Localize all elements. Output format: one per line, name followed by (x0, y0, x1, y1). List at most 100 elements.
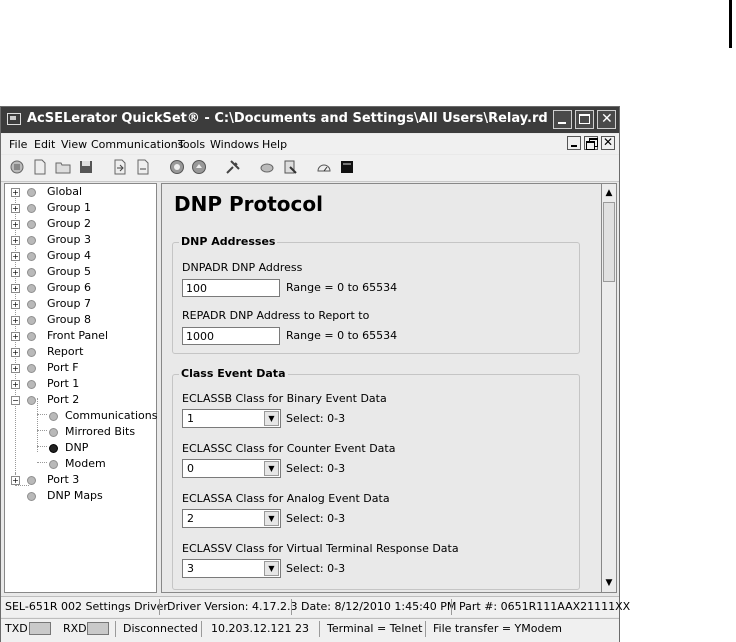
dnpadr-input[interactable]: 100 (182, 279, 280, 297)
meter-icon[interactable] (316, 159, 332, 175)
select-value: 2 (187, 512, 194, 525)
new-icon[interactable] (32, 159, 48, 175)
chevron-down-icon[interactable]: ▼ (264, 461, 279, 476)
node-status-icon (27, 220, 36, 229)
open-folder-icon[interactable] (55, 159, 71, 175)
node-status-icon (27, 188, 36, 197)
rxd-label: RXD (63, 622, 87, 635)
tree-label: Group 3 (47, 233, 91, 246)
expand-icon[interactable]: + (11, 220, 20, 229)
chevron-down-icon[interactable]: ▼ (264, 561, 279, 576)
eclassc-select[interactable]: 0 ▼ (182, 459, 281, 478)
connection-status-bar: TXD RXD Disconnected 10.203.12.121 23 Te… (1, 618, 619, 642)
tree-node-group-4[interactable]: + Group 4 (11, 249, 151, 263)
chevron-down-icon[interactable]: ▼ (264, 411, 279, 426)
expand-icon[interactable]: + (11, 332, 20, 341)
repadr-input[interactable]: 1000 (182, 327, 280, 345)
minimize-button[interactable] (553, 110, 572, 129)
tree-node-group-5[interactable]: + Group 5 (11, 265, 151, 279)
expand-icon[interactable]: + (11, 268, 20, 277)
tree-node-port-2[interactable]: − Port 2 (11, 393, 151, 407)
settings-tool-icon[interactable] (225, 159, 241, 175)
eclassv-select[interactable]: 3 ▼ (182, 559, 281, 578)
scroll-up-icon[interactable]: ▲ (603, 186, 615, 200)
expand-icon[interactable]: + (11, 348, 20, 357)
scroll-thumb[interactable] (603, 202, 615, 282)
group-legend: DNP Addresses (179, 235, 278, 248)
tree-node-group-6[interactable]: + Group 6 (11, 281, 151, 295)
mdi-minimize-button[interactable] (567, 136, 581, 150)
tree-node-port-3[interactable]: + Port 3 (11, 473, 151, 487)
go-icon[interactable] (191, 159, 207, 175)
menu-communications[interactable]: Communications (91, 138, 183, 151)
connection-state: Disconnected (123, 622, 198, 635)
expand-icon[interactable]: + (11, 236, 20, 245)
group-legend: Class Event Data (179, 367, 288, 380)
expand-icon[interactable]: + (11, 252, 20, 261)
menu-help[interactable]: Help (262, 138, 287, 151)
menu-tools[interactable]: Tools (178, 138, 205, 151)
tree-label: Group 1 (47, 201, 91, 214)
open-relay-icon[interactable] (9, 159, 25, 175)
tree-node-report[interactable]: + Report (11, 345, 151, 359)
menu-view[interactable]: View (61, 138, 87, 151)
tree-node-global[interactable]: + Global (11, 185, 151, 199)
stop-icon[interactable] (169, 159, 185, 175)
save-icon[interactable] (78, 159, 94, 175)
expand-icon[interactable]: + (11, 188, 20, 197)
minimize-icon (558, 122, 566, 124)
expand-icon[interactable]: + (11, 380, 20, 389)
maximize-button[interactable] (575, 110, 594, 129)
menu-windows[interactable]: Windows (210, 138, 259, 151)
close-button[interactable]: ✕ (597, 110, 616, 129)
scroll-down-icon[interactable]: ▼ (603, 576, 615, 590)
menu-file[interactable]: File (9, 138, 27, 151)
expand-icon[interactable]: + (11, 204, 20, 213)
tree-label: Port 3 (47, 473, 80, 486)
tree-node-group-2[interactable]: + Group 2 (11, 217, 151, 231)
tree-label: Port 1 (47, 377, 80, 390)
divider (115, 621, 116, 637)
terminal-icon[interactable] (339, 159, 355, 175)
tree-node-group-3[interactable]: + Group 3 (11, 233, 151, 247)
settings-icon[interactable] (282, 159, 298, 175)
eclassb-hint: Select: 0-3 (286, 412, 346, 425)
settings-content: DNP Protocol DNP Addresses DNPADR DNP Ad… (161, 183, 601, 593)
tree-node-mirrored-bits[interactable]: Mirrored Bits (45, 425, 155, 439)
mdi-close-button[interactable]: ✕ (601, 135, 615, 150)
tree-node-dnp[interactable]: DNP (45, 441, 155, 455)
eclassa-select[interactable]: 2 ▼ (182, 509, 281, 528)
expand-icon[interactable]: + (11, 364, 20, 373)
divider (291, 599, 292, 615)
node-status-icon (27, 284, 36, 293)
expand-icon[interactable]: + (11, 476, 20, 485)
collapse-icon[interactable]: − (11, 396, 20, 405)
expand-icon[interactable]: + (11, 300, 20, 309)
expand-icon[interactable]: + (11, 316, 20, 325)
chevron-down-icon[interactable]: ▼ (264, 511, 279, 526)
tree-node-modem[interactable]: Modem (45, 457, 155, 471)
eclassb-select[interactable]: 1 ▼ (182, 409, 281, 428)
read-icon[interactable] (112, 159, 128, 175)
tree-node-group-7[interactable]: + Group 7 (11, 297, 151, 311)
tree-label: Communications (65, 409, 158, 422)
window-title: AcSELerator QuickSet® - C:\Documents and… (27, 111, 547, 126)
tree-node-group-8[interactable]: + Group 8 (11, 313, 151, 327)
tree-node-group-1[interactable]: + Group 1 (11, 201, 151, 215)
tree-node-communications[interactable]: Communications (45, 409, 158, 423)
node-status-icon (49, 428, 58, 437)
connect-icon[interactable] (259, 159, 275, 175)
send-icon[interactable] (135, 159, 151, 175)
page-edge-bar (729, 0, 732, 48)
tree-node-port-f[interactable]: + Port F (11, 361, 151, 375)
menu-edit[interactable]: Edit (34, 138, 55, 151)
connection-address: 10.203.12.121 23 (211, 622, 309, 635)
mdi-restore-button[interactable] (584, 136, 598, 150)
node-status-icon (27, 316, 36, 325)
expand-icon[interactable]: + (11, 284, 20, 293)
settings-tree: + Global + Group 1 + Group 2 + Group 3 + Grou… (4, 183, 157, 593)
tree-node-dnp-maps[interactable]: DNP Maps (11, 489, 151, 503)
tree-node-front-panel[interactable]: + Front Panel (11, 329, 151, 343)
vertical-scrollbar[interactable]: ▲ ▼ (601, 183, 617, 593)
tree-node-port-1[interactable]: + Port 1 (11, 377, 151, 391)
